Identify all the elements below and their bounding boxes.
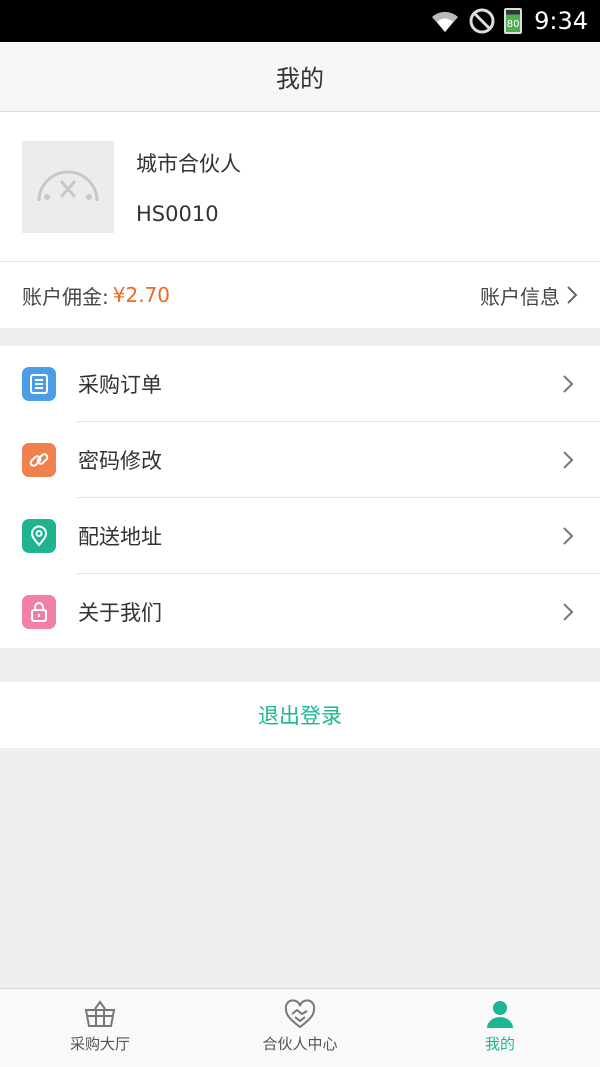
- chevron-right-icon: [563, 603, 574, 621]
- handshake-heart-icon: [284, 999, 316, 1029]
- profile-id: HS0010: [136, 202, 219, 226]
- tab-mine[interactable]: 我的: [400, 989, 600, 1067]
- battery-icon: 80: [504, 8, 523, 34]
- menu-item-label: 关于我们: [78, 601, 162, 625]
- profile-card[interactable]: 城市合伙人 HS0010: [0, 112, 600, 262]
- commission-label: 账户佣金:: [22, 284, 109, 309]
- tab-label: 采购大厅: [69, 1035, 130, 1053]
- logout-button[interactable]: 退出登录: [0, 682, 600, 748]
- do-not-disturb-icon: [468, 7, 496, 35]
- tab-partner-center[interactable]: 合伙人中心: [200, 989, 400, 1067]
- user-icon: [487, 1001, 513, 1028]
- chevron-right-icon: [563, 451, 574, 469]
- logout-label: 退出登录: [258, 704, 342, 728]
- chevron-right-icon: [563, 527, 574, 545]
- menu-item-change-password[interactable]: 密码修改: [0, 422, 600, 498]
- menu-item-about-us[interactable]: 关于我们: [0, 574, 600, 650]
- tab-label: 我的: [484, 1035, 515, 1053]
- menu-item-purchase-orders[interactable]: 采购订单: [0, 346, 600, 422]
- menu-list: 采购订单 密码修改 配送地址 关于我们: [0, 346, 600, 648]
- account-info-label: 账户信息: [480, 284, 560, 309]
- menu-item-delivery-address[interactable]: 配送地址: [0, 498, 600, 574]
- profile-name: 城市合伙人: [136, 152, 241, 176]
- nav-bar: 我的: [0, 42, 600, 112]
- link-icon: [22, 443, 56, 477]
- page-title: 我的: [276, 65, 324, 93]
- location-pin-icon: [22, 519, 56, 553]
- wifi-icon: [430, 8, 460, 34]
- status-time: 9:34: [534, 7, 588, 35]
- status-bar: 80 9:34: [0, 0, 600, 42]
- account-info-link[interactable]: 账户信息: [480, 281, 578, 310]
- chevron-right-icon: [563, 375, 574, 393]
- tab-label: 合伙人中心: [262, 1035, 338, 1053]
- chevron-right-icon: [567, 286, 578, 304]
- commission-value: ¥2.70: [112, 283, 171, 307]
- menu-item-label: 配送地址: [78, 525, 162, 549]
- order-list-icon: [22, 367, 56, 401]
- account-row: 账户佣金: ¥2.70 账户信息: [0, 262, 600, 328]
- tab-purchase-hall[interactable]: 采购大厅: [0, 989, 200, 1067]
- lock-icon: [22, 595, 56, 629]
- menu-item-label: 密码修改: [78, 449, 162, 473]
- basket-icon: [84, 1000, 116, 1027]
- tab-bar: 采购大厅 合伙人中心 我的: [0, 988, 600, 1067]
- avatar[interactable]: [22, 141, 114, 233]
- restaurant-placeholder-icon: [37, 170, 99, 202]
- menu-item-label: 采购订单: [78, 373, 162, 397]
